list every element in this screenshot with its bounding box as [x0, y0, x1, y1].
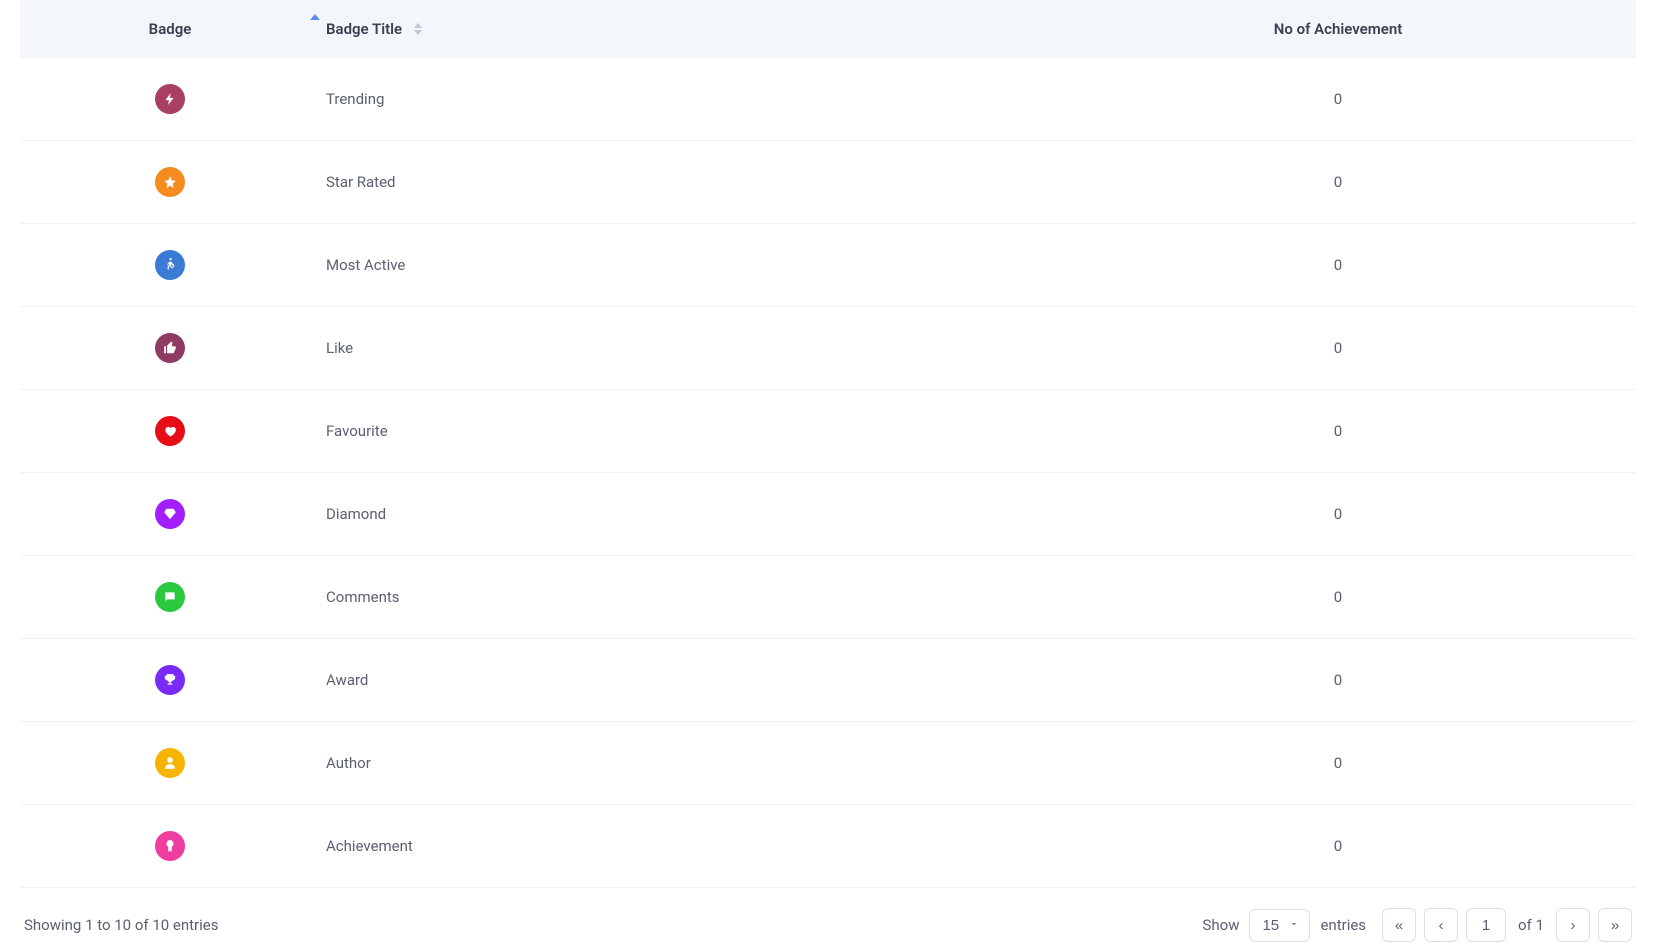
cell-title: Achievement	[320, 805, 1040, 888]
pager-first-button[interactable]: «	[1382, 908, 1416, 942]
cell-title: Star Rated	[320, 141, 1040, 224]
cell-count: 0	[1040, 722, 1636, 805]
cell-badge	[20, 141, 320, 224]
table-row: Trending0	[20, 58, 1636, 141]
cell-badge	[20, 58, 320, 141]
thumb-icon	[155, 333, 185, 363]
cell-title: Favourite	[320, 390, 1040, 473]
trophy-icon	[155, 665, 185, 695]
table-row: Diamond0	[20, 473, 1636, 556]
user-icon	[155, 748, 185, 778]
page-size-select[interactable]: 10152550	[1249, 909, 1310, 942]
sort-unsorted-icon	[414, 23, 422, 35]
table-row: Comments0	[20, 556, 1636, 639]
cell-title: Like	[320, 307, 1040, 390]
cell-count: 0	[1040, 390, 1636, 473]
table-footer: Showing 1 to 10 of 10 entries Show 10152…	[20, 888, 1636, 952]
pager-last-button[interactable]: »	[1598, 908, 1632, 942]
pager: « ‹ of 1 › »	[1382, 908, 1632, 942]
column-header-label: No of Achievement	[1274, 20, 1402, 38]
page-size-select-wrap: 10152550	[1249, 909, 1310, 942]
cell-title: Diamond	[320, 473, 1040, 556]
table-row: Star Rated0	[20, 141, 1636, 224]
cell-count: 0	[1040, 307, 1636, 390]
medal-icon	[155, 831, 185, 861]
table-row: Achievement0	[20, 805, 1636, 888]
cell-badge	[20, 639, 320, 722]
table-header-row: Badge Badge Title No of Achievement	[20, 0, 1636, 58]
cell-title: Most Active	[320, 224, 1040, 307]
cell-title: Trending	[320, 58, 1040, 141]
page-of-total: of 1	[1518, 916, 1544, 934]
column-header-label: Badge	[149, 20, 192, 38]
cell-title: Award	[320, 639, 1040, 722]
badges-table: Badge Badge Title No of Achievement Tren…	[20, 0, 1636, 888]
cell-count: 0	[1040, 224, 1636, 307]
page-total: 1	[1536, 916, 1544, 934]
table-row: Author0	[20, 722, 1636, 805]
page-number-input[interactable]	[1466, 908, 1506, 942]
cell-count: 0	[1040, 805, 1636, 888]
table-row: Award0	[20, 639, 1636, 722]
cell-title: Comments	[320, 556, 1040, 639]
column-header-badge[interactable]: Badge	[20, 0, 320, 58]
cell-count: 0	[1040, 473, 1636, 556]
of-label: of	[1518, 916, 1532, 934]
entries-label: entries	[1320, 916, 1366, 934]
cell-badge	[20, 805, 320, 888]
footer-controls: Show 10152550 entries « ‹ of 1 › »	[1202, 908, 1632, 942]
cell-badge	[20, 473, 320, 556]
diamond-icon	[155, 499, 185, 529]
heart-icon	[155, 416, 185, 446]
cell-title: Author	[320, 722, 1040, 805]
cell-count: 0	[1040, 639, 1636, 722]
pager-next-button[interactable]: ›	[1556, 908, 1590, 942]
star-icon	[155, 167, 185, 197]
cell-count: 0	[1040, 58, 1636, 141]
column-header-label: Badge Title	[326, 20, 402, 38]
sort-ascending-icon	[310, 14, 320, 20]
column-header-title[interactable]: Badge Title	[320, 0, 1040, 58]
comment-icon	[155, 582, 185, 612]
bolt-icon	[155, 84, 185, 114]
show-label: Show	[1202, 916, 1239, 934]
entries-info: Showing 1 to 10 of 10 entries	[24, 916, 218, 934]
table-row: Favourite0	[20, 390, 1636, 473]
pager-prev-button[interactable]: ‹	[1424, 908, 1458, 942]
cell-badge	[20, 722, 320, 805]
table-row: Most Active0	[20, 224, 1636, 307]
column-header-count[interactable]: No of Achievement	[1040, 0, 1636, 58]
cell-badge	[20, 556, 320, 639]
cell-count: 0	[1040, 556, 1636, 639]
cell-badge	[20, 224, 320, 307]
cell-badge	[20, 307, 320, 390]
run-icon	[155, 250, 185, 280]
cell-badge	[20, 390, 320, 473]
table-row: Like0	[20, 307, 1636, 390]
cell-count: 0	[1040, 141, 1636, 224]
